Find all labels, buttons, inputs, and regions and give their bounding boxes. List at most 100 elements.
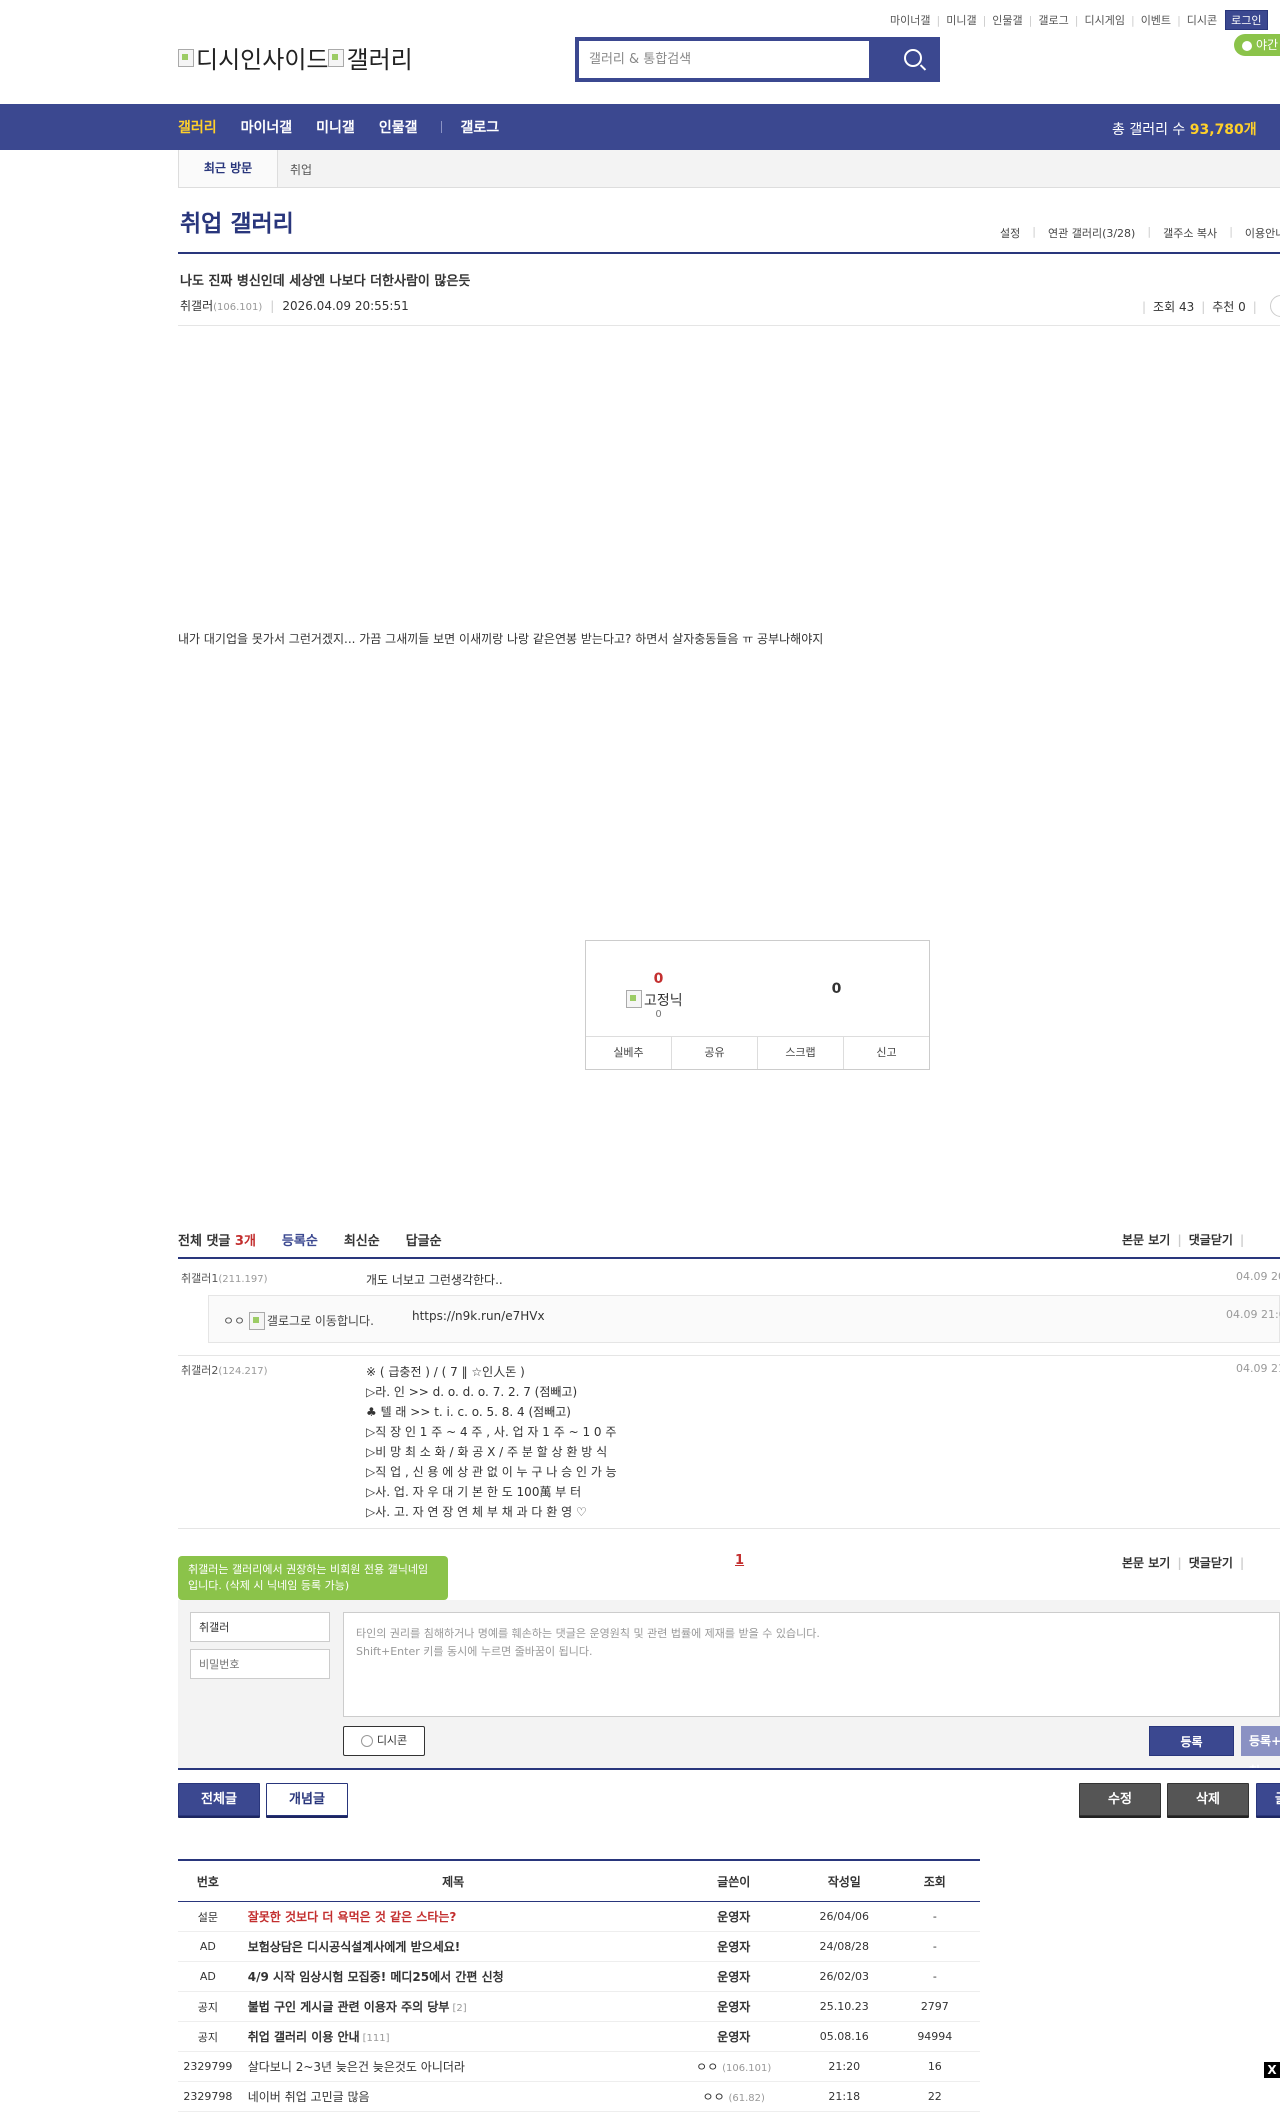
close-comments-button[interactable]: 댓글닫기: [1189, 1556, 1233, 1570]
nav-mini[interactable]: 미니갤: [316, 117, 355, 137]
comment-textarea[interactable]: 타인의 권리를 침해하거나 명예를 훼손하는 댓글은 운영원칙 및 관련 법률에…: [343, 1612, 1280, 1717]
nav-gallery[interactable]: 갤러리: [178, 117, 217, 137]
recommend-up-count[interactable]: 0: [586, 971, 731, 987]
row-writer[interactable]: ㅇㅇ (61.82): [668, 2081, 799, 2112]
delete-button[interactable]: 삭제: [1167, 1783, 1249, 1816]
copy-gallery-url[interactable]: 갤주소 복사: [1163, 225, 1217, 241]
recent-visit-item[interactable]: 취업: [290, 161, 312, 178]
table-row[interactable]: 2329799 살다보니 2~3년 늦은건 늦은것도 아니더라 ㅇㅇ (106.…: [178, 2051, 980, 2082]
fixed-nick-image: 고정닉: [626, 990, 683, 1010]
edit-button[interactable]: 수정: [1079, 1783, 1161, 1816]
fixed-nick-count: 0: [655, 1009, 662, 1020]
related-galleries[interactable]: 연관 갤러리(3/28): [1048, 225, 1135, 241]
sort-latest[interactable]: 최신순: [344, 1230, 380, 1249]
usage-guide[interactable]: 이용안내: [1245, 225, 1280, 241]
real-best-button[interactable]: 실베추: [586, 1037, 672, 1069]
sort-registered[interactable]: 등록순: [282, 1230, 318, 1249]
dccon-button[interactable]: 디시콘: [343, 1726, 425, 1756]
table-row[interactable]: 공지 취업 갤러리 이용 안내 [111] 운영자 05.08.16 94994: [178, 2021, 980, 2052]
close-comments-button[interactable]: 댓글닫기: [1189, 1233, 1233, 1247]
top-link-mini[interactable]: 미니갤: [946, 12, 976, 28]
all-posts-button[interactable]: 전체글: [178, 1783, 260, 1816]
row-title[interactable]: 취업 갤러리 이용 안내: [248, 2030, 360, 2044]
top-link-gallog[interactable]: 갤로그: [1038, 12, 1068, 28]
comment-nick[interactable]: 취갤러1(211.197): [181, 1270, 268, 1286]
nav-gallog[interactable]: 갤로그: [460, 117, 499, 137]
table-row[interactable]: AD 보험상담은 디시공식설계사에게 받으세요! 운영자 24/08/28 -: [178, 1931, 980, 1962]
search-icon[interactable]: [904, 49, 922, 67]
row-comment-count[interactable]: [111]: [363, 2033, 390, 2044]
row-title[interactable]: 잘못한 것보다 더 욕먹은 것 같은 스타는?: [248, 1910, 457, 1924]
table-row[interactable]: AD 4/9 시작 임상시험 모집중! 메디25에서 간편 신청 운영자 26/…: [178, 1961, 980, 1992]
comment-form: 타인의 권리를 침해하거나 명예를 훼손하는 댓글은 운영원칙 및 관련 법률에…: [178, 1600, 1280, 1778]
post-body: 내가 대기업을 못가서 그런거겠지... 가끔 그새끼들 보면 이새끼랑 나랑 …: [178, 632, 824, 646]
top-link-person[interactable]: 인물갤: [992, 12, 1022, 28]
top-link-game[interactable]: 디시게임: [1084, 12, 1124, 28]
top-link-minor[interactable]: 마이너갤: [890, 12, 930, 28]
row-comment-count[interactable]: [2]: [452, 2003, 466, 2014]
login-button[interactable]: 로그인: [1225, 10, 1268, 30]
close-icon[interactable]: X: [1264, 2062, 1280, 2078]
top-link-event[interactable]: 이벤트: [1141, 12, 1171, 28]
reply-item: ㅇㅇ 갤로그로 이동합니다. https://n9k.run/e7HVx 04.…: [208, 1295, 1280, 1343]
table-row[interactable]: 2329798 네이버 취업 고민글 많음 ㅇㅇ (61.82) 21:18 2…: [178, 2081, 980, 2112]
recent-visit-label[interactable]: 최근 방문: [178, 150, 278, 187]
comment-count-bubble-icon[interactable]: [1270, 295, 1280, 317]
night-mode-label: 야간 모드: [1256, 38, 1280, 52]
comment-header: 전체 댓글 3개 등록순 최신순 답글순: [178, 1230, 442, 1249]
table-header-row: 번호 제목 글쓴이 작성일 조회: [178, 1860, 980, 1902]
reply-nick[interactable]: ㅇㅇ 갤로그로 이동합니다.: [223, 1312, 374, 1330]
row-writer[interactable]: 운영자: [668, 1961, 799, 1992]
divider: [178, 252, 1280, 254]
gallery-settings[interactable]: 설정: [1000, 225, 1020, 241]
sort-replies[interactable]: 답글순: [406, 1230, 442, 1249]
view-body-button[interactable]: 본문 보기: [1122, 1556, 1170, 1570]
comment-page-1[interactable]: 1: [735, 1553, 744, 1568]
submit-recommend-button[interactable]: 등록+추천: [1241, 1726, 1280, 1778]
row-title[interactable]: 불법 구인 게시글 관련 이용자 주의 당부: [248, 2000, 450, 2014]
report-button[interactable]: 신고: [844, 1037, 929, 1069]
table-row[interactable]: 설문 잘못한 것보다 더 욕먹은 것 같은 스타는? 운영자 26/04/06 …: [178, 1901, 980, 1932]
concept-posts-button[interactable]: 개념글: [266, 1783, 348, 1816]
row-title[interactable]: 네이버 취업 고민글 많음: [248, 2090, 370, 2104]
row-title[interactable]: 보험상담은 디시공식설계사에게 받으세요!: [248, 1940, 461, 1954]
search-bar: [575, 37, 940, 82]
comment-text: ※ ( 급충전 ) / ( 7 ‖ ☆인人돈 ) ▷라. 인 >> d. o. …: [366, 1365, 617, 1519]
row-writer[interactable]: ㅇㅇ (106.101): [668, 2051, 799, 2082]
reply-text[interactable]: https://n9k.run/e7HVx: [412, 1309, 545, 1323]
comment-total-label: 전체 댓글: [178, 1234, 231, 1249]
comment-nick[interactable]: 취갤러2(124.217): [181, 1362, 268, 1378]
night-mode-toggle[interactable]: 야간 모드: [1234, 34, 1280, 56]
row-title[interactable]: 4/9 시작 임상시험 모집중! 메디25에서 간편 신청: [248, 1970, 504, 1984]
row-writer[interactable]: 운영자: [668, 1901, 799, 1932]
table-row[interactable]: 공지 불법 구인 게시글 관련 이용자 주의 당부 [2] 운영자 25.10.2…: [178, 1991, 980, 2022]
post-author[interactable]: 취갤러: [180, 299, 213, 313]
row-date: 21:20: [798, 2051, 890, 2082]
search-input[interactable]: [579, 41, 869, 78]
view-body-button[interactable]: 본문 보기: [1122, 1233, 1170, 1247]
scrap-button[interactable]: 스크랩: [758, 1037, 844, 1069]
row-writer[interactable]: 운영자: [668, 1991, 799, 2022]
divider: [178, 1528, 1280, 1529]
submit-comment-button[interactable]: 등록: [1149, 1726, 1234, 1756]
row-date: 24/08/28: [798, 1931, 890, 1962]
nav-minor[interactable]: 마이너갤: [241, 117, 293, 137]
row-writer[interactable]: 운영자: [668, 2021, 799, 2052]
row-views: -: [889, 1901, 980, 1932]
row-writer[interactable]: 운영자: [668, 1931, 799, 1962]
row-date: 21:18: [798, 2081, 890, 2112]
nav-person[interactable]: 인물갤: [379, 117, 418, 137]
recommend-down-count[interactable]: 0: [764, 981, 909, 997]
top-link-dccon[interactable]: 디시콘: [1187, 12, 1217, 28]
row-title[interactable]: 살다보니 2~3년 늦은건 늦은것도 아니더라: [248, 2060, 465, 2074]
post-stats: | 조회 43 | 추천 0 |: [1142, 300, 1257, 314]
comment-date: 04.09 21:18:42: [1236, 1362, 1280, 1375]
password-field[interactable]: [190, 1649, 330, 1679]
share-button[interactable]: 공유: [672, 1037, 758, 1069]
site-logo[interactable]: 디시인사이드 갤러리: [178, 40, 413, 75]
nickname-field[interactable]: [190, 1612, 330, 1642]
write-button[interactable]: 글쓰기: [1256, 1783, 1280, 1816]
gallery-title[interactable]: 취업 갤러리: [180, 204, 294, 238]
post-author-ip: (106.101): [213, 302, 263, 313]
row-views: -: [889, 1931, 980, 1962]
